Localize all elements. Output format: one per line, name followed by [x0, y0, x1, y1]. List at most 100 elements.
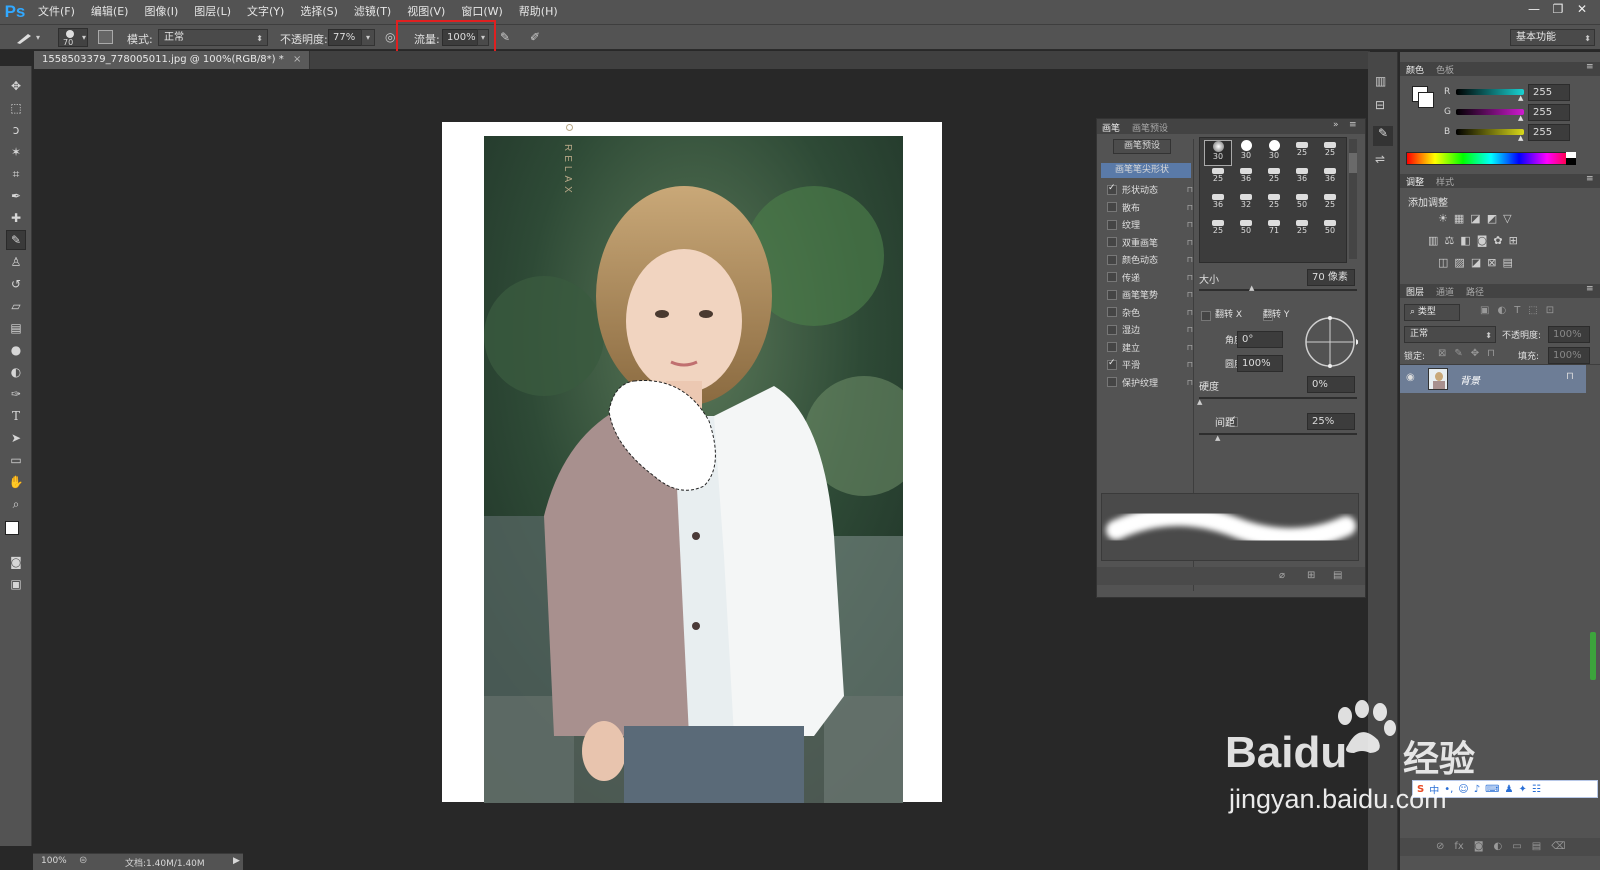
- brush-tip-cell[interactable]: 25: [1288, 140, 1316, 166]
- ime-keyboard-icon[interactable]: ⌨: [1485, 784, 1499, 795]
- brush-option-row[interactable]: 湿边 ⊓: [1107, 321, 1193, 339]
- brush-option-row[interactable]: 画笔笔势 ⊓: [1107, 286, 1193, 304]
- invert-adjust-icon[interactable]: ◫: [1438, 256, 1448, 269]
- lock-pixels-icon[interactable]: ✎: [1454, 348, 1462, 359]
- close-icon[interactable]: ✕: [1570, 0, 1594, 18]
- layers-panel-menu-icon[interactable]: ≡: [1586, 284, 1594, 294]
- angle-input[interactable]: 0°: [1237, 331, 1283, 348]
- tab-brush[interactable]: 画笔: [1102, 121, 1120, 134]
- fill-input[interactable]: 100%: [1548, 347, 1590, 364]
- brush-option-checkbox[interactable]: [1107, 342, 1117, 353]
- brush-tip-cell[interactable]: 30: [1232, 140, 1260, 166]
- brush-grid-icon[interactable]: ⊞: [1307, 570, 1315, 581]
- brush-option-row[interactable]: 纹理 ⊓: [1107, 216, 1193, 234]
- brush-option-checkbox[interactable]: [1107, 358, 1117, 370]
- size-input[interactable]: 70 像素: [1307, 269, 1355, 286]
- brush-option-row[interactable]: 散布 ⊓: [1107, 199, 1193, 217]
- brush-option-lock-icon[interactable]: ⊓: [1187, 378, 1193, 387]
- brush-tip-cell[interactable]: 30: [1260, 140, 1288, 166]
- menu-type[interactable]: 文字(Y): [239, 0, 292, 24]
- channel-slider-handle-icon[interactable]: ▲: [1518, 134, 1523, 142]
- filter-smart-icon[interactable]: ⊡: [1546, 305, 1554, 316]
- spacing-slider-handle-icon[interactable]: ▲: [1215, 434, 1220, 442]
- zoom-level[interactable]: 100%: [41, 856, 67, 866]
- layer-row-background[interactable]: ◉ 背景 ⊓: [1400, 365, 1586, 393]
- brush-option-lock-icon[interactable]: ⊓: [1187, 343, 1193, 352]
- brush-tip-cell[interactable]: 36: [1204, 192, 1232, 218]
- tab-color[interactable]: 颜色: [1406, 63, 1424, 76]
- brush-option-lock-icon[interactable]: ⊓: [1187, 325, 1193, 334]
- delete-layer-icon[interactable]: ⌫: [1551, 841, 1565, 852]
- brightness-adjust-icon[interactable]: ☀: [1438, 212, 1448, 225]
- clone-source-panel-icon[interactable]: ⇌: [1375, 152, 1385, 166]
- screen-mode-icon[interactable]: ▣: [6, 574, 26, 594]
- brush-option-lock-icon[interactable]: ⊓: [1187, 203, 1193, 212]
- brush-option-lock-icon[interactable]: ⊓: [1187, 255, 1193, 264]
- brush-option-row[interactable]: 建立 ⊓: [1107, 339, 1193, 357]
- brush-tip-cell[interactable]: 25: [1316, 192, 1344, 218]
- brush-tip-cell[interactable]: 36: [1288, 166, 1316, 192]
- channel-slider[interactable]: [1456, 129, 1524, 135]
- ime-lang-icon[interactable]: 中: [1429, 782, 1439, 797]
- channel-slider[interactable]: [1456, 89, 1524, 95]
- brush-option-lock-icon[interactable]: ⊓: [1187, 273, 1193, 282]
- new-group-icon[interactable]: ▭: [1512, 841, 1521, 852]
- brush-option-checkbox[interactable]: [1107, 377, 1117, 388]
- brush-option-lock-icon[interactable]: ⊓: [1187, 360, 1193, 369]
- flow-input[interactable]: 100%: [442, 29, 478, 46]
- filter-pixel-icon[interactable]: ▣: [1480, 305, 1489, 316]
- spacing-slider-track[interactable]: [1199, 433, 1357, 435]
- brush-tip-cell[interactable]: 71: [1260, 218, 1288, 244]
- link-layers-icon[interactable]: ⊘: [1436, 841, 1444, 852]
- brush-option-row[interactable]: 传递 ⊓: [1107, 269, 1193, 287]
- ime-skin-icon[interactable]: ✦: [1519, 784, 1527, 795]
- hue-sat-adjust-icon[interactable]: ▥: [1428, 234, 1438, 247]
- channel-value[interactable]: 255: [1528, 104, 1570, 121]
- spectrum-black-chip[interactable]: [1566, 158, 1576, 165]
- add-mask-icon[interactable]: ◙: [1474, 841, 1484, 852]
- lock-transparent-icon[interactable]: ⊠: [1438, 348, 1446, 359]
- move-tool-icon[interactable]: ✥: [6, 76, 26, 96]
- menu-edit[interactable]: 编辑(E): [83, 0, 137, 24]
- flow-dropdown-arrow-icon[interactable]: ▾: [477, 29, 489, 46]
- brush-tip-cell[interactable]: 50: [1316, 218, 1344, 244]
- brush-option-row[interactable]: 平滑 ⊓: [1107, 356, 1193, 374]
- menu-help[interactable]: 帮助(H): [511, 0, 566, 24]
- tab-swatches[interactable]: 色板: [1436, 63, 1454, 76]
- status-share-icon[interactable]: ⊜: [79, 855, 87, 866]
- ime-user-icon[interactable]: ♟: [1505, 784, 1514, 795]
- tab-paths[interactable]: 路径: [1466, 285, 1484, 298]
- layer-fx-icon[interactable]: fx: [1454, 841, 1463, 852]
- tab-channels[interactable]: 通道: [1436, 285, 1454, 298]
- brush-tip-cell[interactable]: 25: [1316, 140, 1344, 166]
- brush-tip-cell[interactable]: 25: [1288, 218, 1316, 244]
- channel-value[interactable]: 255: [1528, 124, 1570, 141]
- new-brush-icon[interactable]: ▤: [1333, 570, 1342, 581]
- color-lookup-adjust-icon[interactable]: ⊞: [1509, 234, 1518, 247]
- filter-adjust-icon[interactable]: ◐: [1497, 305, 1506, 316]
- document-tab[interactable]: 1558503379_778005011.jpg @ 100%(RGB/8*) …: [34, 51, 311, 69]
- brush-option-checkbox[interactable]: [1107, 289, 1117, 300]
- pressure-opacity-icon[interactable]: ◎: [385, 30, 395, 44]
- tip-grid-scrollbar[interactable]: [1349, 139, 1357, 259]
- menu-layer[interactable]: 图层(L): [186, 0, 239, 24]
- brush-option-checkbox[interactable]: [1107, 254, 1117, 265]
- rectangle-tool-icon[interactable]: ▭: [6, 450, 26, 470]
- lock-all-icon[interactable]: ⊓: [1487, 348, 1495, 359]
- channel-slider-handle-icon[interactable]: ▲: [1518, 94, 1523, 102]
- zoom-tool-icon[interactable]: ⌕: [6, 494, 26, 514]
- hardness-input[interactable]: 0%: [1307, 376, 1355, 393]
- color-panel-menu-icon[interactable]: ≡: [1586, 62, 1594, 72]
- size-slider-handle-icon[interactable]: ▲: [1249, 284, 1254, 292]
- brush-option-checkbox[interactable]: [1107, 183, 1117, 195]
- magic-wand-tool-icon[interactable]: ✶: [6, 142, 26, 162]
- filter-shape-icon[interactable]: ⬚: [1528, 305, 1537, 316]
- adjust-panel-menu-icon[interactable]: ≡: [1586, 174, 1594, 184]
- menu-select[interactable]: 选择(S): [292, 0, 346, 24]
- airbrush-icon[interactable]: ✎: [500, 30, 510, 44]
- channel-value[interactable]: 255: [1528, 84, 1570, 101]
- menu-file[interactable]: 文件(F): [30, 0, 83, 24]
- healing-brush-tool-icon[interactable]: ✚: [6, 208, 26, 228]
- brush-option-checkbox[interactable]: [1107, 202, 1117, 213]
- panel-collapse-icon[interactable]: »: [1333, 120, 1339, 130]
